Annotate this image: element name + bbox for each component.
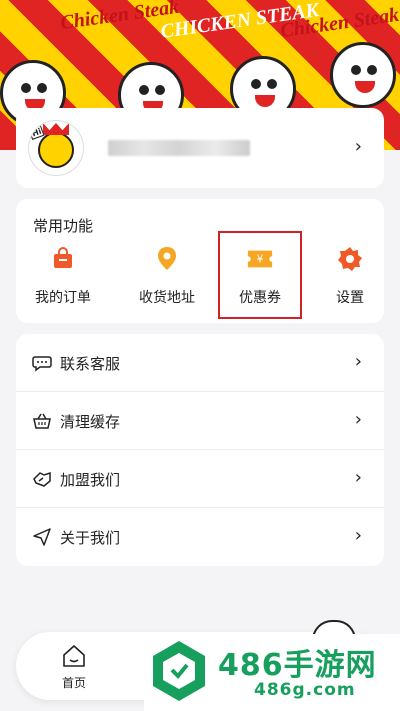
- basket-icon: [33, 413, 51, 429]
- chevron-right-icon: ›: [354, 467, 362, 488]
- section-title: 常用功能: [33, 217, 94, 235]
- send-arrow-icon: [33, 528, 51, 546]
- menu-item-contact-support[interactable]: 联系客服 ›: [16, 334, 384, 392]
- username-blurred: [108, 140, 250, 156]
- menu-item-clear-cache[interactable]: 清理缓存 ›: [16, 392, 384, 450]
- gear-icon: [336, 245, 364, 273]
- menu-item-label: 关于我们: [60, 529, 121, 547]
- settings-menu-card: 联系客服 › 清理缓存 › 加盟我们 › 关于我们 ›: [16, 334, 384, 566]
- tab-label: 首页: [61, 676, 86, 690]
- chevron-right-icon: ›: [354, 351, 362, 372]
- banner-chicken-illustration: [330, 42, 396, 108]
- watermark-url: 486g.com: [254, 680, 356, 700]
- crown-icon: [43, 123, 69, 135]
- chevron-right-icon[interactable]: ›: [355, 136, 362, 157]
- menu-item-about-us[interactable]: 关于我们 ›: [16, 508, 384, 566]
- menu-item-join-us[interactable]: 加盟我们 ›: [16, 450, 384, 508]
- menu-item-label: 联系客服: [60, 355, 121, 373]
- chevron-right-icon: ›: [354, 409, 362, 430]
- chevron-right-icon: ›: [354, 525, 362, 546]
- watermark-logo-icon: [153, 641, 205, 701]
- tab-home[interactable]: 首页: [54, 644, 94, 691]
- coupon-highlight-box: [218, 231, 302, 319]
- location-pin-icon: [153, 245, 181, 273]
- chat-bubble-icon: [32, 356, 52, 372]
- home-icon: [63, 645, 85, 667]
- avatar[interactable]: Hi: [28, 120, 84, 176]
- feature-label: 收货地址: [139, 290, 195, 306]
- common-features-card: 常用功能 我的订单 收货地址 ¥ 优惠券 设置: [16, 199, 384, 323]
- feature-my-orders[interactable]: 我的订单: [23, 245, 103, 307]
- menu-item-label: 清理缓存: [60, 413, 121, 431]
- handshake-icon: [33, 471, 51, 487]
- feature-label: 设置: [336, 290, 364, 306]
- feature-shipping-address[interactable]: 收货地址: [127, 245, 207, 307]
- watermark: 486手游网 486g.com: [144, 634, 400, 711]
- feature-settings[interactable]: 设置: [310, 245, 390, 307]
- menu-item-label: 加盟我们: [60, 471, 121, 489]
- orders-bag-icon: [49, 245, 77, 273]
- profile-card[interactable]: Hi ›: [16, 108, 384, 188]
- watermark-text: 486手游网: [218, 648, 377, 683]
- feature-label: 我的订单: [35, 290, 91, 306]
- avatar-chicken-face: [38, 132, 74, 168]
